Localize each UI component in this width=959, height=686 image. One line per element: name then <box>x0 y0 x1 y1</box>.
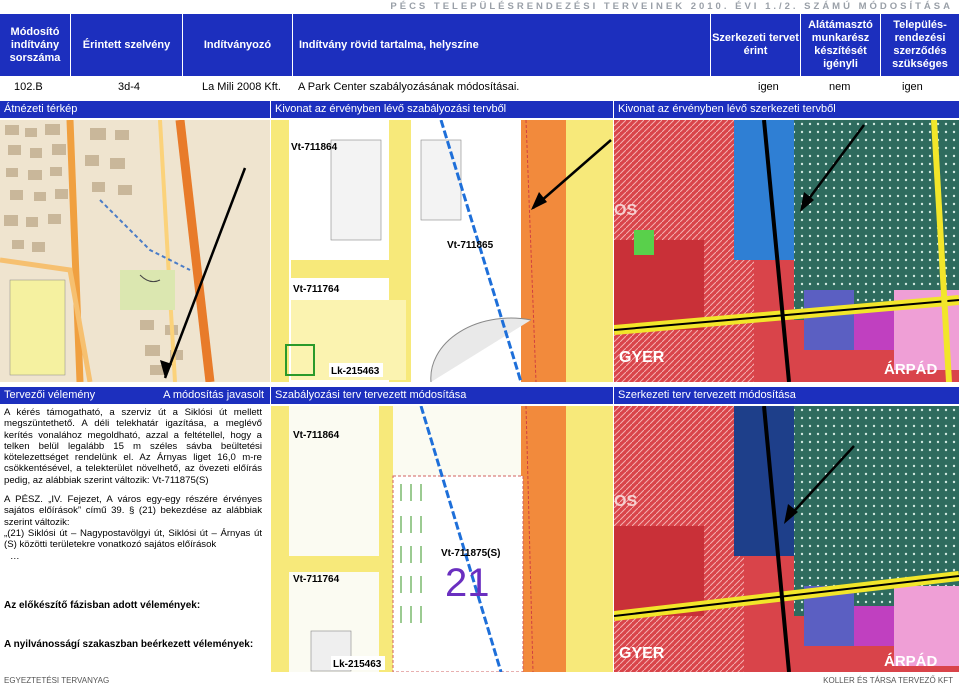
label-os-top: OS <box>614 202 637 219</box>
opinion-text: A kérés támogatható, a szerviz út a Sikl… <box>4 407 262 562</box>
row-id: 102.B <box>14 81 43 93</box>
header-sequence: Módosító indítvány sorszáma <box>0 14 70 76</box>
label-vt711864: Vt-711864 <box>291 142 338 153</box>
label-lk215463-new: Lk-215463 <box>333 659 382 670</box>
public-opinions-label: A nyilvánosságí szakaszban beérkezett vé… <box>4 639 254 650</box>
label-vt711764: Vt-711764 <box>293 284 340 295</box>
header-sheet: Érintett szelvény <box>70 14 182 76</box>
section-proposed: A módosítás javasolt <box>140 387 270 404</box>
regulation-extract-map: Vt-711864 Vt-711865 Vt-711764 Lk-215463 <box>271 120 613 382</box>
structure-extract-map: OS GYER ÁRPÁD <box>614 120 959 382</box>
section-struct-change: Szerkezeti terv tervezett módosítása <box>614 387 959 404</box>
label-arpad-bottom: ÁRPÁD <box>884 653 938 670</box>
section-opinion: Tervezői vélemény <box>0 387 140 404</box>
label-os-bottom: OS <box>614 493 637 510</box>
header-content: Indítvány rövid tartalma, helyszíne <box>292 14 710 76</box>
opinion-paragraph-1: A kérés támogatható, a szerviz út a Sikl… <box>4 407 262 486</box>
prelim-opinions-label: Az előkészítő fázisban adott vélemények: <box>4 600 201 611</box>
opinion-paragraph-2: A PÉSZ. „IV. Fejezet, A város egy-egy ré… <box>4 494 262 528</box>
row-proposer: La Mili 2008 Kft. <box>202 81 281 93</box>
label-vt711764-new: Vt-711764 <box>293 574 340 585</box>
label-lk215463: Lk-215463 <box>331 366 380 377</box>
section-reg-extract: Kivonat az érvényben lévő szabályozási t… <box>271 101 613 118</box>
overview-map <box>0 120 270 382</box>
label-number-21: 21 <box>445 561 490 605</box>
row-structural: igen <box>758 81 779 93</box>
row-content: A Park Center szabályozásának módosítása… <box>298 81 520 93</box>
section-reg-change: Szabályozási terv tervezett módosítása <box>271 387 613 404</box>
header-support: Alátámasztó munkarész készítését igényli <box>800 14 880 76</box>
label-gyer-bottom: GYER <box>619 645 665 662</box>
opinion-paragraph-4: … <box>10 550 20 562</box>
footer-left: EGYEZTETÉSI TERVANYAG <box>4 676 110 685</box>
row-contract: igen <box>902 81 923 93</box>
section-struct-extract: Kivonat az érvényben lévő szerkezeti ter… <box>614 101 959 118</box>
opinion-paragraph-3: „(21) Siklósi út – Nagypostavölgyi út, S… <box>4 527 262 551</box>
label-vt711875s: Vt-711875(S) <box>441 548 500 559</box>
label-vt711864-new: Vt-711864 <box>293 430 340 441</box>
proposal-row: 102.B 3d-4 La Mili 2008 Kft. A Park Cent… <box>0 76 959 98</box>
label-vt711865: Vt-711865 <box>447 240 494 251</box>
label-arpad-top: ÁRPÁD <box>884 361 938 378</box>
section-overview: Átnézeti térkép <box>0 101 270 118</box>
row-sheet: 3d-4 <box>118 81 141 93</box>
label-gyer-top: GYER <box>619 349 665 366</box>
header-structural: Szerkezeti tervet érint <box>710 14 800 76</box>
regulation-change-map: Vt-711864 Vt-711875(S) 21 Vt-711764 Lk-2… <box>271 406 613 672</box>
header-contract: Település-rendezési szerződés szükséges <box>880 14 959 76</box>
footer-right: KOLLER ÉS TÁRSA TERVEZŐ KFT <box>823 676 953 685</box>
document-title: PÉCS TELEPÜLÉSRENDEZÉSI TERVEINEK 2010. … <box>390 1 953 12</box>
row-support: nem <box>829 81 851 93</box>
structure-change-map: OS GYER ÁRPÁD <box>614 406 959 672</box>
header-proposer: Indítványozó <box>182 14 292 76</box>
